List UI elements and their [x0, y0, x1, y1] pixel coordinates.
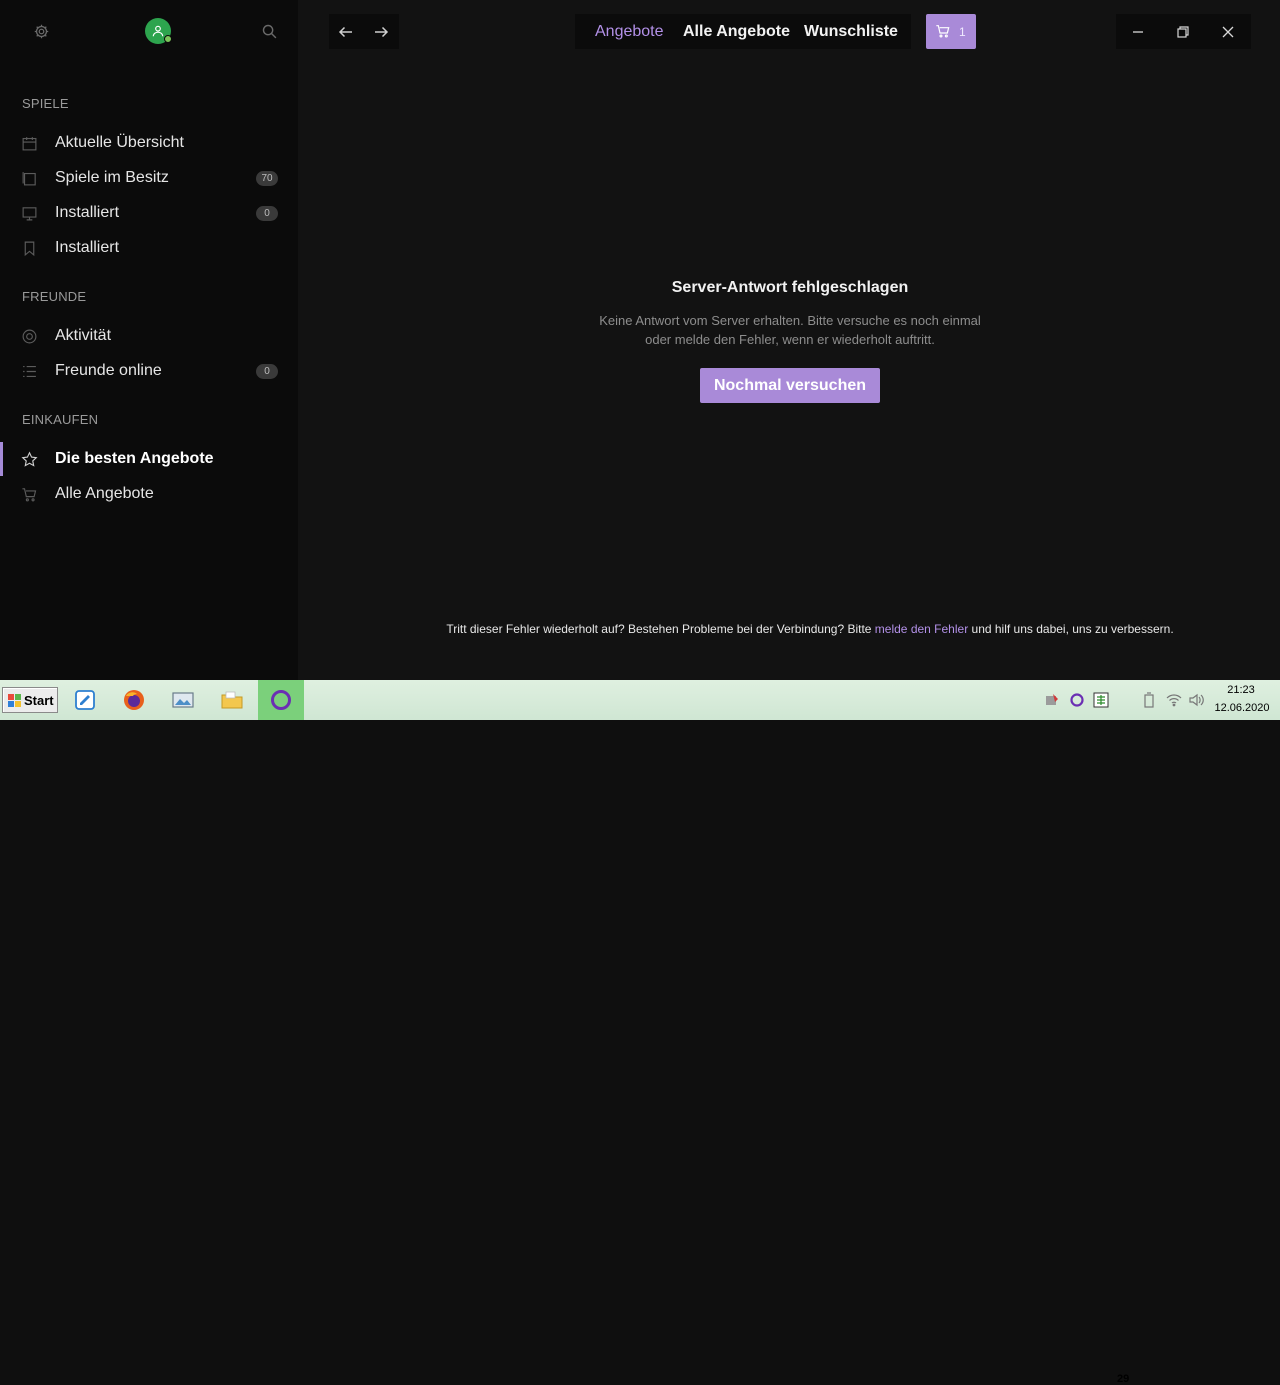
taskbar-app-galaxy[interactable] [258, 680, 304, 720]
tab-all-offers[interactable]: Alle Angebote [683, 23, 790, 41]
sidebar-item-overview[interactable]: Aktuelle Übersicht [0, 126, 298, 160]
library-icon [21, 170, 38, 187]
forward-arrow-icon[interactable] [372, 23, 390, 41]
back-arrow-icon[interactable] [337, 23, 355, 41]
bookmark-icon [21, 240, 38, 257]
sidebar-item-best-deals[interactable]: Die besten Angebote [0, 442, 298, 476]
sidebar: SPIELE Aktuelle Übersicht Spiele im Besi… [0, 0, 298, 680]
list-icon [21, 363, 38, 380]
count-badge: 0 [256, 364, 278, 379]
footer-text: und hilf uns dabei, uns zu verbessern. [968, 622, 1174, 636]
windows-flag-icon [8, 694, 22, 707]
sidebar-item-label: Aktivität [55, 327, 112, 344]
sidebar-item-installed-2[interactable]: Installiert [0, 231, 298, 265]
sidebar-item-label: Die besten Angebote [55, 450, 214, 467]
section-heading-games: SPIELE [22, 96, 69, 111]
store-tabs: Angebote Alle Angebote Wunschliste [575, 14, 911, 49]
gear-icon[interactable] [33, 23, 50, 40]
speaker-icon[interactable] [1188, 692, 1204, 708]
sidebar-item-label: Aktuelle Übersicht [55, 134, 184, 151]
count-badge: 70 [256, 171, 278, 186]
report-error-link[interactable]: melde den Fehler [875, 622, 968, 636]
activity-icon [21, 328, 38, 345]
input-method-icon[interactable] [1093, 692, 1109, 708]
sidebar-header [0, 0, 298, 62]
app-window: SPIELE Aktuelle Übersicht Spiele im Besi… [0, 0, 1280, 680]
tray-counter: 29 [1117, 1373, 1130, 1385]
sidebar-item-label: Freunde online [55, 362, 162, 379]
minimize-icon[interactable] [1131, 25, 1145, 39]
history-nav [329, 14, 399, 49]
folder-icon [221, 691, 243, 709]
taskbar-app-notes[interactable] [62, 680, 108, 720]
cart-count: 1 [959, 25, 966, 39]
taskbar-app-firefox[interactable] [111, 680, 157, 720]
sidebar-item-label: Alle Angebote [55, 485, 154, 502]
sidebar-item-owned-games[interactable]: Spiele im Besitz 70 [0, 161, 298, 195]
error-message-line: Keine Antwort vom Server erhalten. Bitte… [599, 313, 981, 328]
star-icon [21, 451, 38, 468]
start-button[interactable]: Start [2, 687, 58, 713]
search-icon[interactable] [261, 23, 278, 40]
window-controls [1116, 14, 1251, 49]
cart-icon [21, 486, 38, 503]
cart-icon [934, 23, 952, 39]
ring-app-icon [271, 690, 291, 710]
sidebar-item-installed[interactable]: Installiert 0 [0, 196, 298, 230]
notes-icon [75, 690, 95, 710]
clock-time[interactable]: 21:23 [1226, 684, 1256, 696]
wifi-icon[interactable] [1166, 692, 1182, 708]
security-icon[interactable] [1044, 692, 1060, 708]
monitor-icon [21, 205, 38, 222]
calendar-icon [21, 135, 38, 152]
error-message-line: oder melde den Fehler, wenn er wiederhol… [645, 332, 935, 347]
sidebar-item-label: Installiert [55, 204, 120, 221]
error-title: Server-Antwort fehlgeschlagen [671, 279, 909, 296]
section-heading-shop: EINKAUFEN [22, 412, 99, 427]
sidebar-item-all-deals[interactable]: Alle Angebote [0, 477, 298, 511]
count-badge: 0 [256, 206, 278, 221]
clock-date[interactable]: 12.06.2020 [1212, 702, 1272, 714]
taskbar-app-explorer[interactable] [209, 680, 255, 720]
footer-text: Tritt dieser Fehler wiederholt auf? Best… [446, 622, 875, 636]
footer-note: Tritt dieser Fehler wiederholt auf? Best… [300, 622, 1280, 636]
firefox-icon [124, 690, 144, 710]
error-message: Keine Antwort vom Server erhalten. Bitte… [590, 311, 990, 349]
online-status-dot [164, 35, 172, 43]
tab-offers[interactable]: Angebote [595, 23, 664, 41]
sidebar-item-label: Spiele im Besitz [55, 169, 169, 186]
close-icon[interactable] [1221, 25, 1235, 39]
taskbar: Start 29 [0, 680, 1280, 1385]
battery-icon[interactable] [1141, 692, 1157, 708]
restore-icon[interactable] [1176, 25, 1190, 39]
retry-button[interactable]: Nochmal versuchen [700, 368, 880, 403]
tab-wishlist[interactable]: Wunschliste [804, 23, 898, 41]
sidebar-item-activity[interactable]: Aktivität [0, 319, 298, 353]
avatar[interactable] [145, 18, 172, 44]
ring-tray-icon[interactable] [1069, 692, 1085, 708]
sidebar-item-label: Installiert [55, 239, 120, 256]
taskbar-app-photos[interactable] [160, 680, 206, 720]
sidebar-item-friends-online[interactable]: Freunde online 0 [0, 354, 298, 388]
start-label: Start [24, 693, 54, 708]
picture-viewer-icon [172, 692, 194, 708]
section-heading-friends: FREUNDE [22, 289, 87, 304]
cart-button[interactable]: 1 [926, 14, 976, 49]
